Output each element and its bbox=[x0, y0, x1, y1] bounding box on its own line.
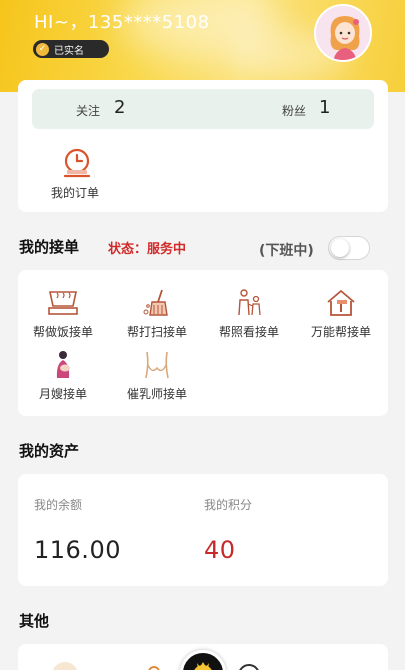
stove-icon bbox=[48, 291, 78, 315]
points-label[interactable]: 我的积分 bbox=[204, 496, 252, 513]
other-title: 其他 bbox=[19, 612, 50, 630]
avatar[interactable] bbox=[314, 4, 372, 62]
other-item-icon[interactable] bbox=[52, 662, 78, 670]
other-item-icon[interactable] bbox=[238, 664, 260, 670]
broom-icon bbox=[143, 289, 168, 316]
service-label: 帮打扫接单 bbox=[126, 325, 187, 339]
greeting-text: HI~，135****5108 bbox=[34, 12, 210, 33]
verified-label: 已实名 bbox=[54, 45, 84, 57]
assets-card: 我的余额 116.00 我的积分 40 bbox=[18, 474, 388, 586]
service-item-universal[interactable]: 万能帮接单 bbox=[296, 288, 386, 340]
points-value[interactable]: 40 bbox=[204, 536, 236, 564]
assets-title: 我的资产 bbox=[19, 442, 80, 460]
service-status: 状态：服务中 bbox=[108, 242, 187, 257]
mother-baby-icon bbox=[56, 351, 70, 378]
other-item-icon[interactable] bbox=[148, 666, 160, 670]
balance-label[interactable]: 我的余额 bbox=[34, 496, 82, 513]
service-item-cooking[interactable]: 帮做饭接单 bbox=[18, 288, 108, 340]
fans-count[interactable]: 1 bbox=[319, 97, 330, 118]
services-card: 帮做饭接单 帮打扫接单 帮照看接单 万能帮接单 月嫂接单 催乳师接单 bbox=[18, 270, 388, 416]
stats-bar: 关注 2 粉丝 1 bbox=[32, 89, 374, 129]
order-clock-icon[interactable] bbox=[58, 146, 94, 182]
service-item-lactation[interactable]: 催乳师接单 bbox=[112, 350, 202, 402]
service-item-cleaning[interactable]: 帮打扫接单 bbox=[112, 288, 202, 340]
toggle-knob bbox=[331, 239, 349, 257]
fans-label[interactable]: 粉丝 bbox=[282, 102, 306, 119]
follow-count[interactable]: 2 bbox=[114, 97, 125, 118]
mascot-float-button[interactable] bbox=[180, 650, 226, 670]
mascot-icon bbox=[194, 662, 212, 670]
profile-header: HI~，135****5108 ✓ 已实名 bbox=[0, 0, 405, 92]
service-label: 催乳师接单 bbox=[126, 387, 187, 401]
caregiver-icon bbox=[238, 289, 261, 316]
service-label: 帮做饭接单 bbox=[32, 325, 93, 339]
duty-toggle[interactable] bbox=[328, 236, 370, 260]
my-orders-label[interactable]: 我的订单 bbox=[51, 184, 99, 201]
verified-check-icon: ✓ bbox=[36, 42, 49, 56]
verified-badge: ✓ 已实名 bbox=[33, 40, 109, 58]
stats-card: 关注 2 粉丝 1 我的订单 bbox=[18, 80, 388, 212]
follow-label[interactable]: 关注 bbox=[76, 102, 100, 119]
balance-value[interactable]: 116.00 bbox=[34, 536, 121, 564]
service-label: 月嫂接单 bbox=[38, 387, 87, 401]
receiving-title: 我的接单 bbox=[19, 238, 80, 256]
off-duty-label: (下班中) bbox=[259, 243, 314, 259]
service-item-caring[interactable]: 帮照看接单 bbox=[204, 288, 294, 340]
service-item-maternity[interactable]: 月嫂接单 bbox=[18, 350, 108, 402]
service-label: 万能帮接单 bbox=[310, 325, 371, 339]
avatar-illustration-icon bbox=[316, 6, 370, 60]
hammer-house-icon bbox=[327, 289, 355, 316]
lactation-icon bbox=[145, 351, 169, 379]
service-label: 帮照看接单 bbox=[218, 325, 279, 339]
